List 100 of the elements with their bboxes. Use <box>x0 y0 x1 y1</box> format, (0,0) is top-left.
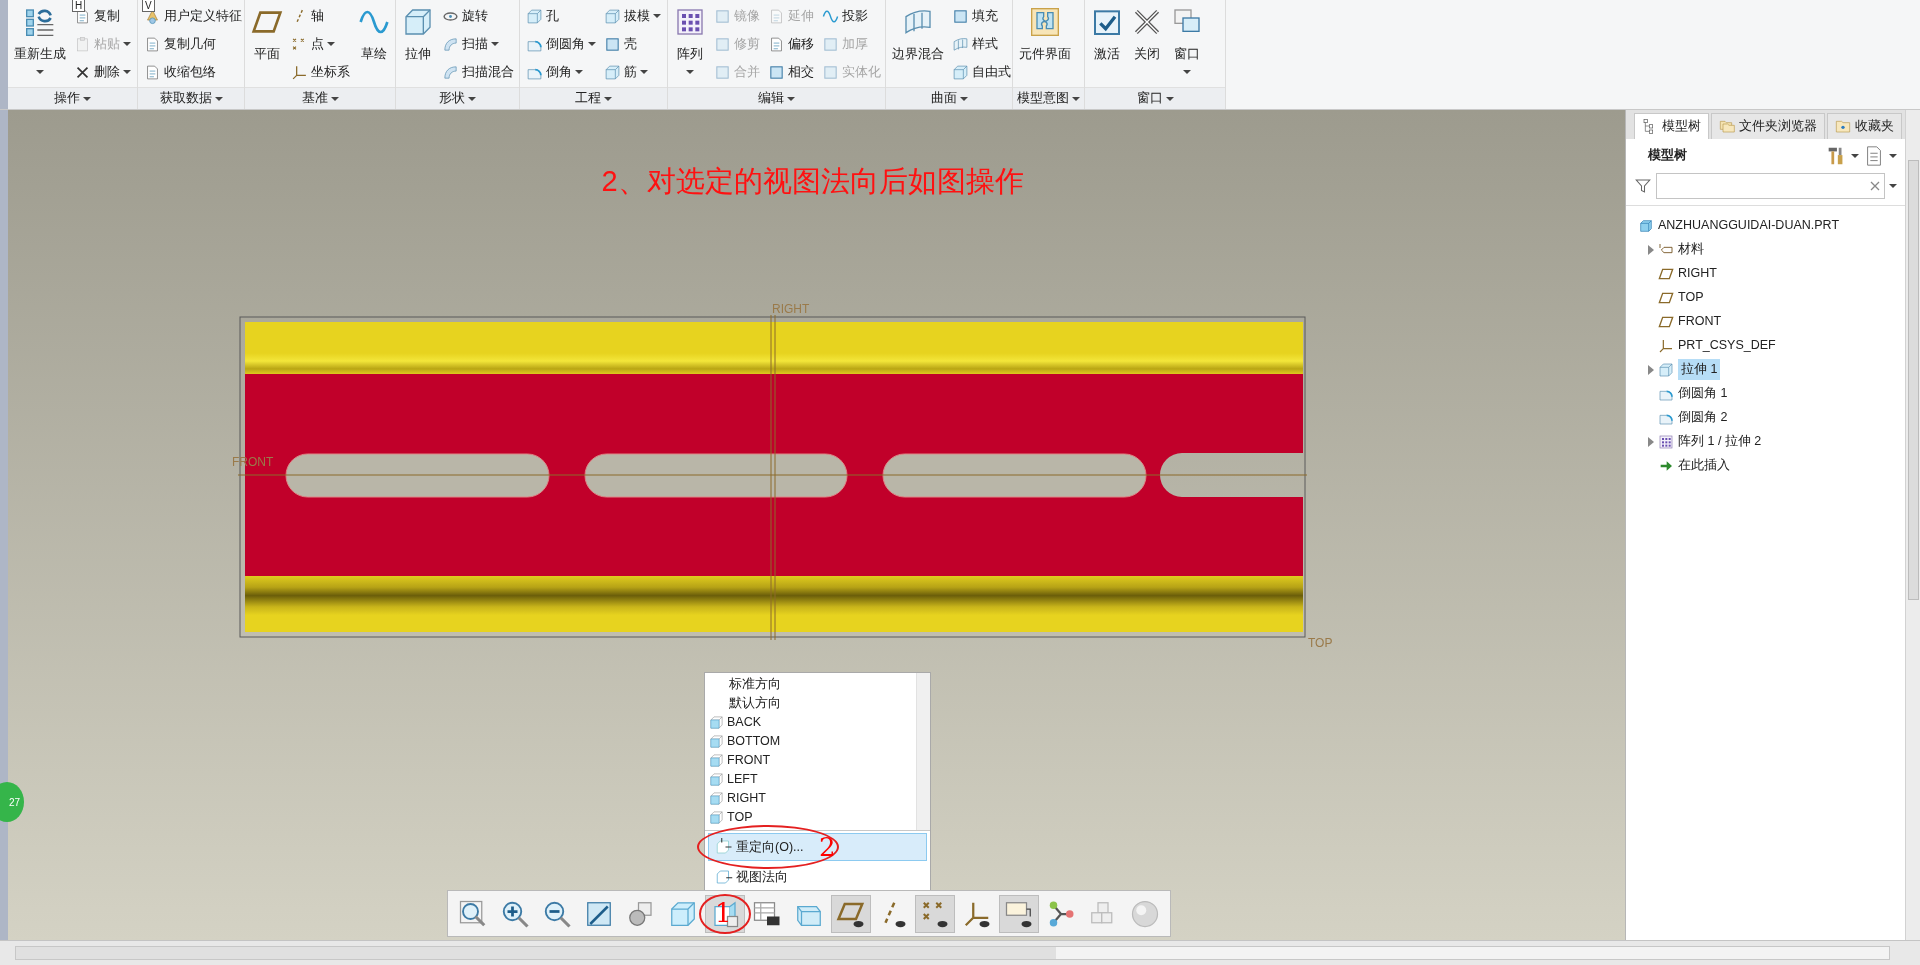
ribbon-command[interactable]: 投影 <box>822 2 881 30</box>
caret-icon <box>787 96 795 101</box>
view-cube-icon <box>709 715 724 730</box>
group-menu[interactable]: 操作 <box>8 87 137 109</box>
search-field[interactable] <box>1656 172 1885 199</box>
menu-item[interactable]: BOTTOM <box>705 732 916 751</box>
cube-arrow-icon <box>715 868 733 886</box>
group-menu[interactable]: 工程 <box>520 87 667 109</box>
ribbon-command[interactable]: 填充 <box>952 2 1011 30</box>
square-icon <box>822 63 839 81</box>
group-menu[interactable]: 曲面 <box>886 87 1012 109</box>
annotation-text: 2、对选定的视图法向后如图操作 <box>601 165 1024 197</box>
expand-arrow-icon[interactable] <box>1648 244 1654 255</box>
menu-item[interactable]: FRONT <box>705 751 916 770</box>
tree-item[interactable]: ANZHUANGGUIDAI-DUAN.PRT <box>1658 216 1840 236</box>
ribbon-command[interactable]: 拉伸 <box>402 2 434 86</box>
group-menu[interactable]: 基准 <box>245 87 395 109</box>
tree-item[interactable]: 拉伸 1 <box>1678 359 1721 381</box>
caret-icon <box>959 96 968 101</box>
ribbon-command[interactable]: 平面 <box>251 2 283 86</box>
tree-item[interactable]: 倒圆角 1 <box>1678 384 1728 404</box>
square-icon <box>822 35 839 53</box>
tree-item[interactable]: TOP <box>1678 288 1704 308</box>
toolbar-button[interactable] <box>999 894 1039 933</box>
sphere-icon <box>1130 898 1160 929</box>
scrollbar-thumb[interactable] <box>1907 160 1919 600</box>
tree-item[interactable]: 在此插入 <box>1678 456 1730 476</box>
ribbon-command[interactable]: 倒角 <box>526 58 596 86</box>
ribbon-command[interactable]: 坐标系 <box>291 58 350 86</box>
group-menu[interactable]: 模型意图 <box>1013 87 1084 109</box>
ribbon-command[interactable]: 筋 <box>604 58 661 86</box>
ribbon-command[interactable]: 点 <box>291 30 350 58</box>
scrollbar-thumb[interactable] <box>16 947 1056 959</box>
tree-item[interactable]: 材料 <box>1678 240 1704 260</box>
ribbon-command[interactable]: 自由式 <box>952 58 1011 86</box>
group-menu[interactable]: 获取数据 <box>138 87 244 109</box>
group-menu[interactable]: 窗口 <box>1085 87 1225 109</box>
cube-icon <box>604 63 621 81</box>
vertical-scrollbar[interactable] <box>1905 110 1920 940</box>
group-menu[interactable]: 编辑 <box>668 87 885 109</box>
keytip-badge: V <box>142 0 155 12</box>
tree-item[interactable]: FRONT <box>1678 312 1722 332</box>
ribbon-command[interactable]: 收缩包络 <box>144 58 242 86</box>
menu-scrollbar[interactable] <box>916 673 930 830</box>
panel-tab[interactable]: 文件夹浏览器 <box>1711 113 1825 139</box>
panel-tab[interactable]: 收藏夹 <box>1827 113 1902 139</box>
ribbon-command[interactable]: 边界混合 <box>892 2 944 86</box>
menu-item[interactable]: TOP <box>705 808 916 827</box>
menu-item[interactable]: 标准方向 <box>705 675 916 694</box>
ribbon-command[interactable]: 样式 <box>952 30 1011 58</box>
panel-tab[interactable]: 模型树 <box>1634 113 1709 139</box>
view-cube-icon <box>709 753 724 768</box>
tree-item[interactable]: RIGHT <box>1678 264 1717 284</box>
ribbon-command[interactable]: 拔模 <box>604 2 661 30</box>
toolbar-button[interactable] <box>915 894 955 933</box>
ribbon-command[interactable]: 复制 H <box>74 2 131 30</box>
cube-icon <box>604 7 621 25</box>
caret-icon <box>640 70 648 74</box>
ribbon-command[interactable]: 孔 <box>526 2 596 30</box>
caret-icon[interactable] <box>1889 183 1897 188</box>
caret-icon <box>123 42 131 46</box>
annotation-number: 2 <box>819 834 836 860</box>
caret-icon <box>1183 69 1191 74</box>
menu-item[interactable]: LEFT <box>705 770 916 789</box>
ribbon-command[interactable]: 壳 <box>604 30 661 58</box>
square-icon <box>952 7 969 25</box>
ribbon-command[interactable]: 重新生成 <box>14 2 66 86</box>
star-folder-icon <box>1835 118 1851 135</box>
horizontal-scrollbar[interactable] <box>15 946 1890 960</box>
menu-item[interactable]: BACK <box>705 713 916 732</box>
ribbon-command[interactable]: 偏移 <box>768 30 814 58</box>
ribbon-command[interactable]: 倒圆角 <box>526 30 596 58</box>
ribbon-command[interactable]: 关闭 <box>1131 2 1163 86</box>
ribbon-command[interactable]: 旋转 <box>442 2 514 30</box>
dot-grid-icon <box>674 6 706 38</box>
group-menu[interactable]: 形状 <box>396 87 519 109</box>
menu-item[interactable]: RIGHT <box>705 789 916 808</box>
ribbon-command[interactable]: 激活 <box>1091 2 1123 86</box>
view-cube-icon <box>709 791 724 806</box>
tree-item[interactable]: PRT_CSYS_DEF <box>1678 336 1776 356</box>
caret-icon <box>83 96 91 101</box>
tree-item[interactable]: 阵列 1 / 拉伸 2 <box>1678 432 1762 452</box>
ribbon-command[interactable]: 删除 <box>74 58 131 86</box>
menu-item[interactable]: 默认方向 <box>705 694 916 713</box>
ribbon-command[interactable]: 元件界面 <box>1019 2 1071 86</box>
datum-label: TOP <box>1308 636 1333 647</box>
ribbon-command[interactable]: 扫描混合 <box>442 58 514 86</box>
menu-item[interactable]: 视图法向 <box>708 863 927 891</box>
square-icon <box>604 35 621 53</box>
ribbon-command[interactable]: 窗口 <box>1171 2 1203 86</box>
ribbon-command[interactable]: 轴 <box>291 2 350 30</box>
clear-icon[interactable] <box>1870 180 1880 191</box>
ribbon-command[interactable]: 阵列 <box>674 2 706 86</box>
tree-item[interactable]: 倒圆角 2 <box>1678 408 1728 428</box>
ribbon-command[interactable]: 复制几何 <box>144 30 242 58</box>
ribbon-command[interactable]: 用户定义特征 V <box>144 2 242 30</box>
ribbon-command[interactable]: 草绘 <box>358 2 390 86</box>
ribbon-command[interactable]: 相交 <box>768 58 814 86</box>
toolbar-button[interactable] <box>831 894 871 933</box>
ribbon-command[interactable]: 扫描 <box>442 30 514 58</box>
